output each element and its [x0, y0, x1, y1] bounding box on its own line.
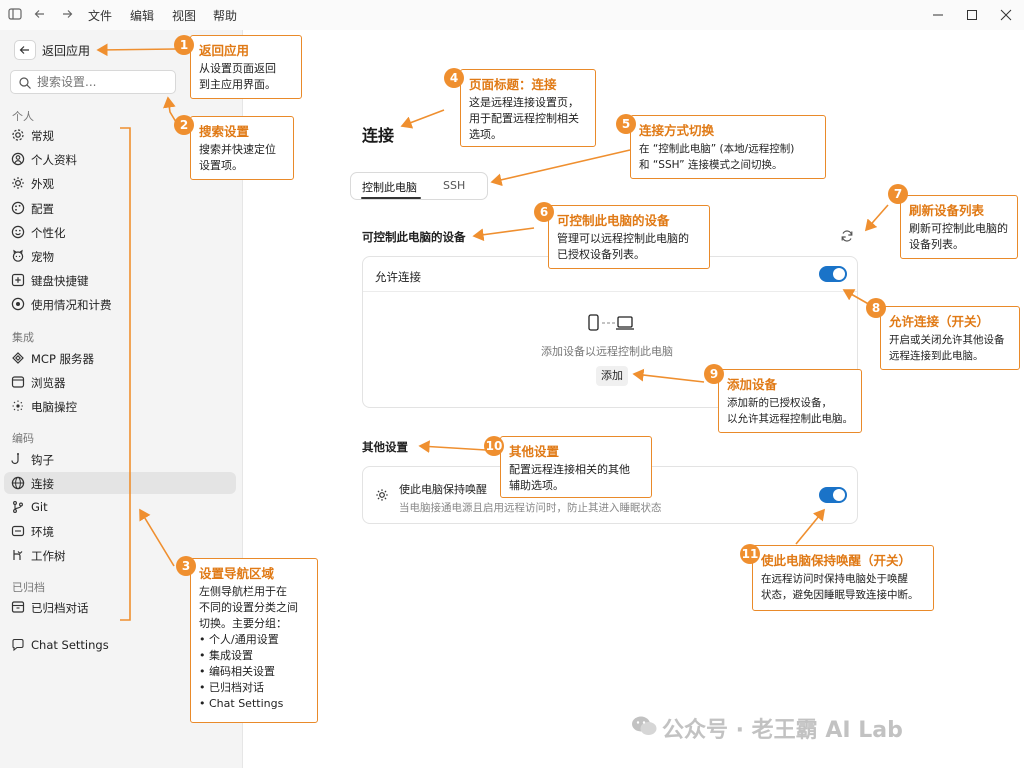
annotation-title: 使此电脑保持唤醒（开关） — [761, 553, 912, 568]
annotation-badge-7: 7 — [888, 184, 908, 204]
annotation-2: 搜索设置 搜索并快速定位 设置项。 — [190, 116, 294, 180]
annotation-7: 刷新设备列表 刷新可控制此电脑的 设备列表。 — [900, 195, 1018, 259]
annotation-6: 可控制此电脑的设备 管理可以远程控制此电脑的 已授权设备列表。 — [548, 205, 710, 269]
annotation-badge-2: 2 — [174, 115, 194, 135]
annotation-title: 添加设备 — [727, 377, 778, 392]
annotation-title: 其他设置 — [509, 444, 560, 459]
wechat-icon — [630, 714, 658, 738]
annotation-title: 刷新设备列表 — [909, 203, 985, 218]
annotation-3: 设置导航区域 左侧导航栏用于在 不同的设置分类之间 切换。主要分组： • 个人/… — [190, 558, 318, 723]
annotation-title: 搜索设置 — [199, 124, 250, 139]
annotation-title: 页面标题：连接 — [469, 77, 557, 92]
annotation-badge-6: 6 — [534, 202, 554, 222]
annotation-badge-8: 8 — [866, 298, 886, 318]
annotation-badge-3: 3 — [176, 556, 196, 576]
annotation-title: 设置导航区域 — [199, 566, 275, 581]
annotation-badge-4: 4 — [444, 68, 464, 88]
annotation-9: 添加设备 添加新的已授权设备， 以允许其远程控制此电脑。 — [718, 369, 862, 433]
annotation-4: 页面标题：连接 这是远程连接设置页， 用于配置远程控制相关 选项。 — [460, 69, 596, 147]
annotation-badge-1: 1 — [174, 35, 194, 55]
annotation-8: 允许连接（开关） 开启或关闭允许其他设备 远程连接到此电脑。 — [880, 306, 1020, 370]
annotation-11: 使此电脑保持唤醒（开关） 在远程访问时保持电脑处于唤醒 状态，避免因睡眠导致连接中… — [752, 545, 934, 611]
annotation-5: 连接方式切换 在 “控制此电脑” (本地/远程控制) 和 “SSH” 连接模式之间… — [630, 115, 826, 179]
annotation-1: 返回应用 从设置页面返回 到主应用界面。 — [190, 35, 302, 99]
annotation-badge-11: 11 — [740, 544, 760, 564]
annotation-title: 返回应用 — [199, 43, 250, 58]
annotation-10: 其他设置 配置远程连接相关的其他 辅助选项。 — [500, 436, 652, 498]
annotation-badge-5: 5 — [616, 114, 636, 134]
annotation-badge-10: 10 — [484, 436, 504, 456]
annotation-title: 连接方式切换 — [639, 123, 715, 138]
annotation-badge-9: 9 — [704, 364, 724, 384]
watermark-text: 公众号 · 老王霸 AI Lab — [662, 718, 903, 743]
annotation-title: 允许连接（开关） — [889, 314, 990, 329]
annotation-title: 可控制此电脑的设备 — [557, 213, 670, 228]
